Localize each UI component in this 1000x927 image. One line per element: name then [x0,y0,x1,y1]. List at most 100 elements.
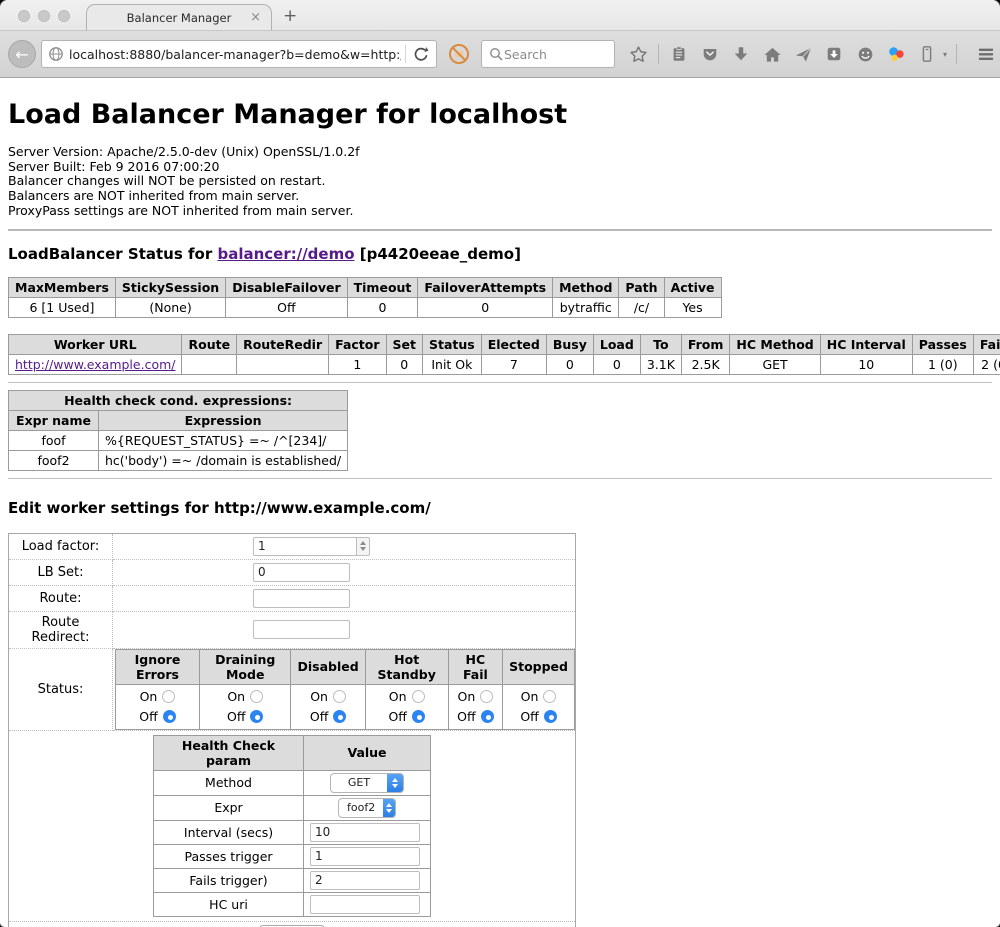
lb-set-input[interactable] [253,563,350,582]
menu-hamburger-icon[interactable] [975,43,997,65]
col-fails: Fails [973,334,1000,354]
expr-select[interactable]: foof2 [338,798,396,818]
col-disabled: Disabled [291,649,365,684]
table-header-row: Health check cond. expressions: [9,390,348,410]
col-from: From [681,334,730,354]
col-hc-param: Health Check param [154,735,304,770]
load-factor-label: Load factor: [9,533,113,559]
disabled-on-radio[interactable] [333,690,346,703]
cell-routeredir [237,354,329,374]
divider [8,478,992,479]
col-active: Active [664,277,721,297]
route-redirect-input[interactable] [253,620,350,639]
page-content: Load Balancer Manager for localhost Serv… [0,78,1000,927]
url-input[interactable] [69,47,401,62]
globe-icon [48,46,64,62]
pocket-icon[interactable] [699,43,721,65]
on-label: On [227,687,245,707]
hc-fail-on-radio[interactable] [480,690,493,703]
server-info: Server Version: Apache/2.5.0-dev (Unix) … [8,145,992,219]
expr-selected-value: foof2 [339,801,383,814]
hc-method-value-cell: GET [304,770,431,795]
balancer-status-heading: LoadBalancer Status for balancer://demo … [8,245,992,263]
feedback-smiley-icon[interactable] [854,43,876,65]
stepper-arrows-icon[interactable] [356,537,370,556]
passes-input[interactable] [310,847,420,866]
hot-standby-off-radio[interactable] [412,710,425,723]
save-page-icon[interactable] [823,43,845,65]
route-cell [113,585,576,611]
draining-mode-off-radio[interactable] [250,710,263,723]
search-input[interactable] [504,47,608,62]
window-controls [18,10,70,22]
close-window-button[interactable] [18,10,30,22]
balancer-link[interactable]: balancer://demo [217,245,354,263]
disabled-cell: On Off [291,684,365,729]
back-button[interactable]: ← [8,40,36,68]
chevron-down-icon[interactable]: ▾ [943,50,947,59]
route-input[interactable] [253,589,350,608]
on-label: On [521,687,539,707]
cell-expression: hc('body') =~ /domain is established/ [99,450,348,470]
hot-standby-on-radio[interactable] [412,690,425,703]
hot-standby-cell: On Off [365,684,448,729]
route-redirect-cell [113,611,576,648]
col-failoverattempts: FailoverAttempts [418,277,553,297]
colored-dots-icon[interactable] [885,43,907,65]
cell-expr-name: foof [9,430,99,450]
page-title: Load Balancer Manager for localhost [8,78,992,130]
hc-uri-label: HC uri [154,892,304,916]
draining-mode-on-radio[interactable] [250,690,263,703]
hc-fails-value-cell [304,868,431,892]
select-arrows-icon [383,798,395,818]
interval-input[interactable] [310,823,420,842]
search-icon [488,46,504,62]
col-method: Method [553,277,619,297]
col-draining-mode: Draining Mode [199,649,291,684]
share-send-icon[interactable] [792,43,814,65]
table-row: Expr foof2 [154,795,431,820]
ignore-errors-on-radio[interactable] [162,690,175,703]
fails-input[interactable] [310,871,420,890]
status-cell: Ignore Errors Draining Mode Disabled Hot… [113,648,576,730]
cell-expression: %{REQUEST_STATUS} =~ /^[234]/ [99,430,348,450]
downloads-icon[interactable] [730,43,752,65]
ignore-errors-off-radio[interactable] [163,710,176,723]
worker-status-table: Worker URL Route RouteRedir Factor Set S… [8,334,1000,375]
content-blocked-icon[interactable] [447,42,471,66]
col-stopped: Stopped [503,649,575,684]
col-routeredir: RouteRedir [237,334,329,354]
stopped-on-radio[interactable] [543,690,556,703]
home-icon[interactable] [761,43,783,65]
table-row: Fails trigger) [154,868,431,892]
tab-balancer-manager[interactable]: Balancer Manager × [86,4,272,31]
minimize-window-button[interactable] [38,10,50,22]
tab-close-icon[interactable]: × [250,10,261,25]
table-row: On Off On Off On Off [116,684,575,729]
hc-interval-value-cell [304,820,431,844]
hc-uri-input[interactable] [310,895,420,914]
col-hc-method: HC Method [730,334,820,354]
reload-icon[interactable] [410,43,432,65]
disabled-off-radio[interactable] [333,710,346,723]
cell-disablefailover: Off [226,297,347,317]
table-row: 6 [1 Used] (None) Off 0 0 bytraffic /c/ … [9,297,722,317]
load-factor-cell [113,533,576,559]
worker-url-link[interactable]: http://www.example.com/ [15,357,175,372]
stopped-off-radio[interactable] [544,710,557,723]
url-bar[interactable] [41,40,437,68]
zoom-window-button[interactable] [58,10,70,22]
load-factor-input[interactable] [253,537,356,556]
method-select[interactable]: GET [330,773,404,793]
load-factor-stepper[interactable] [253,537,370,556]
bookmark-star-icon[interactable] [627,43,649,65]
search-bar[interactable] [481,40,615,68]
navigation-toolbar: ← [0,30,1000,78]
bookmarks-clipboard-icon[interactable] [668,43,690,65]
col-load: Load [593,334,640,354]
cell-maxmembers: 6 [1 Used] [9,297,116,317]
sidebar-panel-icon[interactable] [916,43,938,65]
hc-fail-off-radio[interactable] [481,710,494,723]
on-label: On [389,687,407,707]
new-tab-button[interactable]: + [283,6,297,26]
